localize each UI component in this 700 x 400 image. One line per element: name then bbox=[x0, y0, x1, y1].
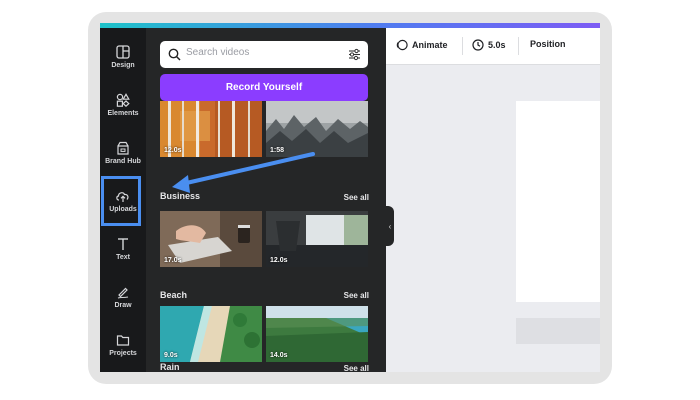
app-screen: Design Elements Brand Hub Uploads Text D… bbox=[100, 23, 600, 372]
pointer-arrow-icon bbox=[172, 152, 315, 193]
